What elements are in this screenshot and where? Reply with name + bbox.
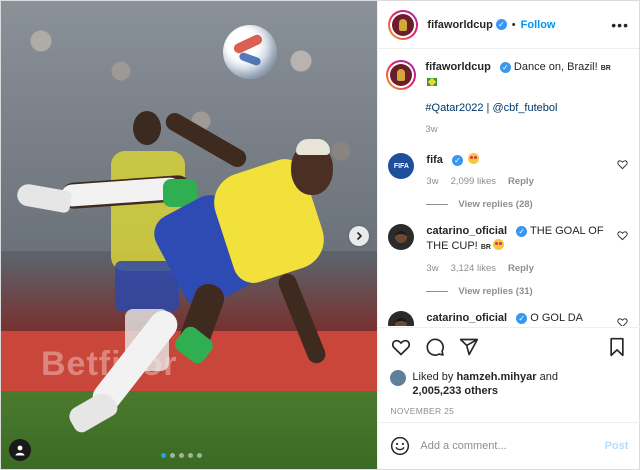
action-icons-row: [390, 328, 628, 366]
verified-badge-icon: ✓: [516, 225, 528, 237]
verified-badge-icon: ✓: [516, 312, 528, 324]
likes-count[interactable]: 2,005,233 others: [412, 385, 498, 397]
commenter-avatar[interactable]: [388, 224, 415, 250]
caption-text: Dance on, Brazil!: [513, 61, 598, 73]
verified-badge-icon: ✓: [451, 154, 463, 166]
comment-like-heart-icon[interactable]: [617, 159, 629, 170]
carousel-next-button[interactable]: [349, 226, 369, 246]
instagram-post: Betfivor fifaworldcup ✓ • Follow ••• fif…: [0, 0, 640, 470]
save-button[interactable]: [606, 336, 628, 358]
author-avatar[interactable]: [388, 9, 419, 40]
likes-summary: Liked by hamzeh.mihyar and 2,005,233 oth…: [390, 370, 628, 398]
carousel-dot: [161, 453, 166, 458]
carousel-dot: [197, 453, 202, 458]
carousel-dot: [188, 453, 193, 458]
comment-age: 3w: [426, 263, 439, 274]
comment-age: 3w: [426, 176, 439, 187]
add-comment-bar: Post: [378, 422, 640, 468]
more-options-icon[interactable]: •••: [611, 17, 629, 33]
tagged-users-button[interactable]: [9, 439, 31, 461]
comment-item: FIFA fifa ✓ 3w 2,099 likes Reply: [388, 153, 630, 189]
bicycle-kick-player: [1, 1, 377, 469]
caption-username[interactable]: fifaworldcup: [425, 61, 490, 73]
share-icon: [460, 338, 479, 356]
brazil-flag-label: BR: [480, 244, 491, 251]
commenter-avatar[interactable]: [388, 311, 415, 326]
reply-button[interactable]: Reply: [508, 261, 534, 276]
caption: fifaworldcup ✓ Dance on, Brazil! BR #Qat…: [386, 60, 630, 137]
user-icon: [15, 445, 25, 456]
chevron-right-icon: [356, 231, 363, 241]
post-side-panel: fifaworldcup ✓ • Follow ••• fifaworldcup…: [377, 1, 640, 469]
like-button[interactable]: [390, 336, 412, 358]
star-struck-emoji-icon: [492, 239, 504, 250]
commenter-username[interactable]: fifa: [426, 154, 443, 166]
likes-and: and: [539, 371, 558, 383]
comment-button[interactable]: [424, 336, 446, 358]
comment-input[interactable]: [420, 439, 605, 452]
trophy-icon: [397, 69, 406, 81]
comment-likes[interactable]: 2,099 likes: [451, 174, 496, 189]
smile-icon[interactable]: [390, 436, 410, 456]
author-avatar[interactable]: [386, 60, 417, 90]
comment-like-heart-icon[interactable]: [617, 317, 629, 326]
likes-prefix: Liked by: [412, 371, 454, 383]
comment-item: catarino_oficial ✓ THE GOAL OF THE CUP! …: [388, 224, 630, 276]
bookmark-icon: [610, 337, 625, 357]
fifa-logo-text: FIFA: [393, 162, 409, 170]
football: [223, 25, 277, 79]
post-comment-button[interactable]: Post: [605, 440, 629, 452]
heart-icon: [392, 339, 411, 356]
liker-avatar[interactable]: [390, 370, 407, 386]
verified-badge-icon: ✓: [495, 19, 507, 30]
carousel-dot: [170, 453, 175, 458]
follow-button[interactable]: Follow: [521, 19, 556, 31]
view-replies-button[interactable]: View replies (28): [426, 199, 630, 210]
commenter-username[interactable]: catarino_oficial: [426, 312, 507, 324]
comments-list[interactable]: fifaworldcup ✓ Dance on, Brazil! BR #Qat…: [378, 50, 640, 326]
star-struck-emoji-icon: [468, 153, 480, 164]
post-header: fifaworldcup ✓ • Follow •••: [378, 1, 639, 49]
post-date[interactable]: NOVEMBER 25: [390, 406, 628, 416]
trophy-icon: [399, 18, 408, 31]
author-username[interactable]: fifaworldcup: [427, 19, 492, 31]
header-separator: •: [511, 18, 516, 31]
post-photo[interactable]: Betfivor: [1, 1, 378, 469]
comment-likes[interactable]: 3,124 likes: [451, 261, 496, 276]
caption-hashtags[interactable]: #Qatar2022 | @cbf_futebol: [425, 101, 615, 116]
brazil-flag-icon: [427, 78, 438, 86]
comment-item: catarino_oficial ✓ O GOL DA COPA!: [388, 311, 630, 326]
share-button[interactable]: [458, 336, 480, 358]
comment-icon: [426, 338, 445, 356]
reply-button[interactable]: Reply: [508, 174, 534, 189]
verified-badge-icon: ✓: [499, 61, 511, 73]
liker-username[interactable]: hamzeh.mihyar: [456, 371, 536, 383]
carousel-dots: [161, 453, 202, 458]
view-replies-button[interactable]: View replies (31): [426, 286, 630, 297]
post-actions: Liked by hamzeh.mihyar and 2,005,233 oth…: [378, 327, 640, 469]
brazil-flag-label: BR: [600, 65, 611, 72]
comment-like-heart-icon[interactable]: [617, 230, 629, 241]
commenter-username[interactable]: catarino_oficial: [426, 225, 507, 237]
commenter-avatar[interactable]: FIFA: [388, 153, 415, 179]
carousel-dot: [179, 453, 184, 458]
caption-age: 3w: [425, 124, 438, 135]
